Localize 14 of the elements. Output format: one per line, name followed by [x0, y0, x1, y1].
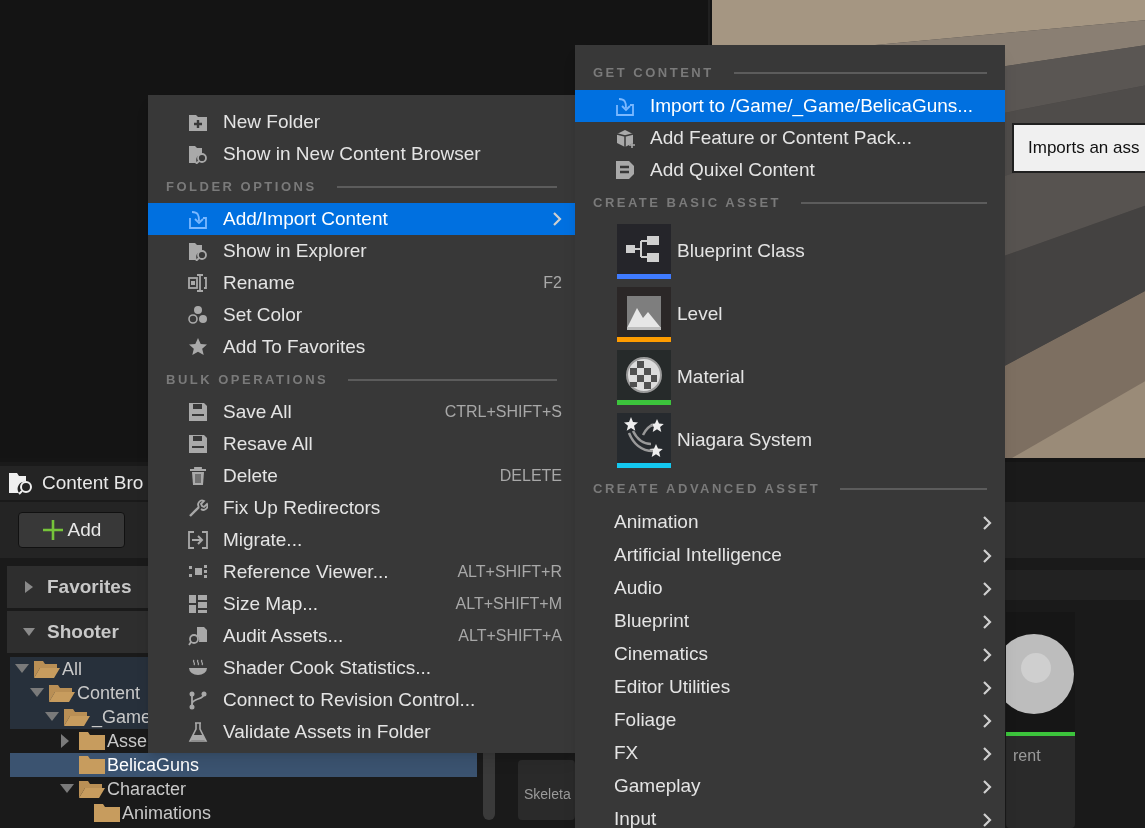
- shortcut-label: F2: [543, 273, 562, 293]
- shortcut-label: DELETE: [499, 466, 562, 486]
- section-heading: CREATE ADVANCED ASSET: [593, 480, 821, 499]
- shortcut-label: ALT+SHIFT+A: [458, 626, 562, 646]
- section-heading: BULK OPERATIONS: [166, 370, 329, 389]
- tooltip: Imports an ass: [1012, 123, 1145, 173]
- shortcut-label: CTRL+SHIFT+S: [444, 402, 562, 422]
- asset-label: rent: [1013, 746, 1042, 766]
- section-heading: GET CONTENT: [593, 64, 714, 83]
- section-heading: FOLDER OPTIONS: [166, 177, 317, 196]
- section-heading: CREATE BASIC ASSET: [593, 194, 781, 213]
- asset-label: Skeleta: [524, 785, 572, 804]
- shortcut-label: ALT+SHIFT+M: [455, 594, 562, 614]
- shortcut-label: ALT+SHIFT+R: [457, 562, 562, 582]
